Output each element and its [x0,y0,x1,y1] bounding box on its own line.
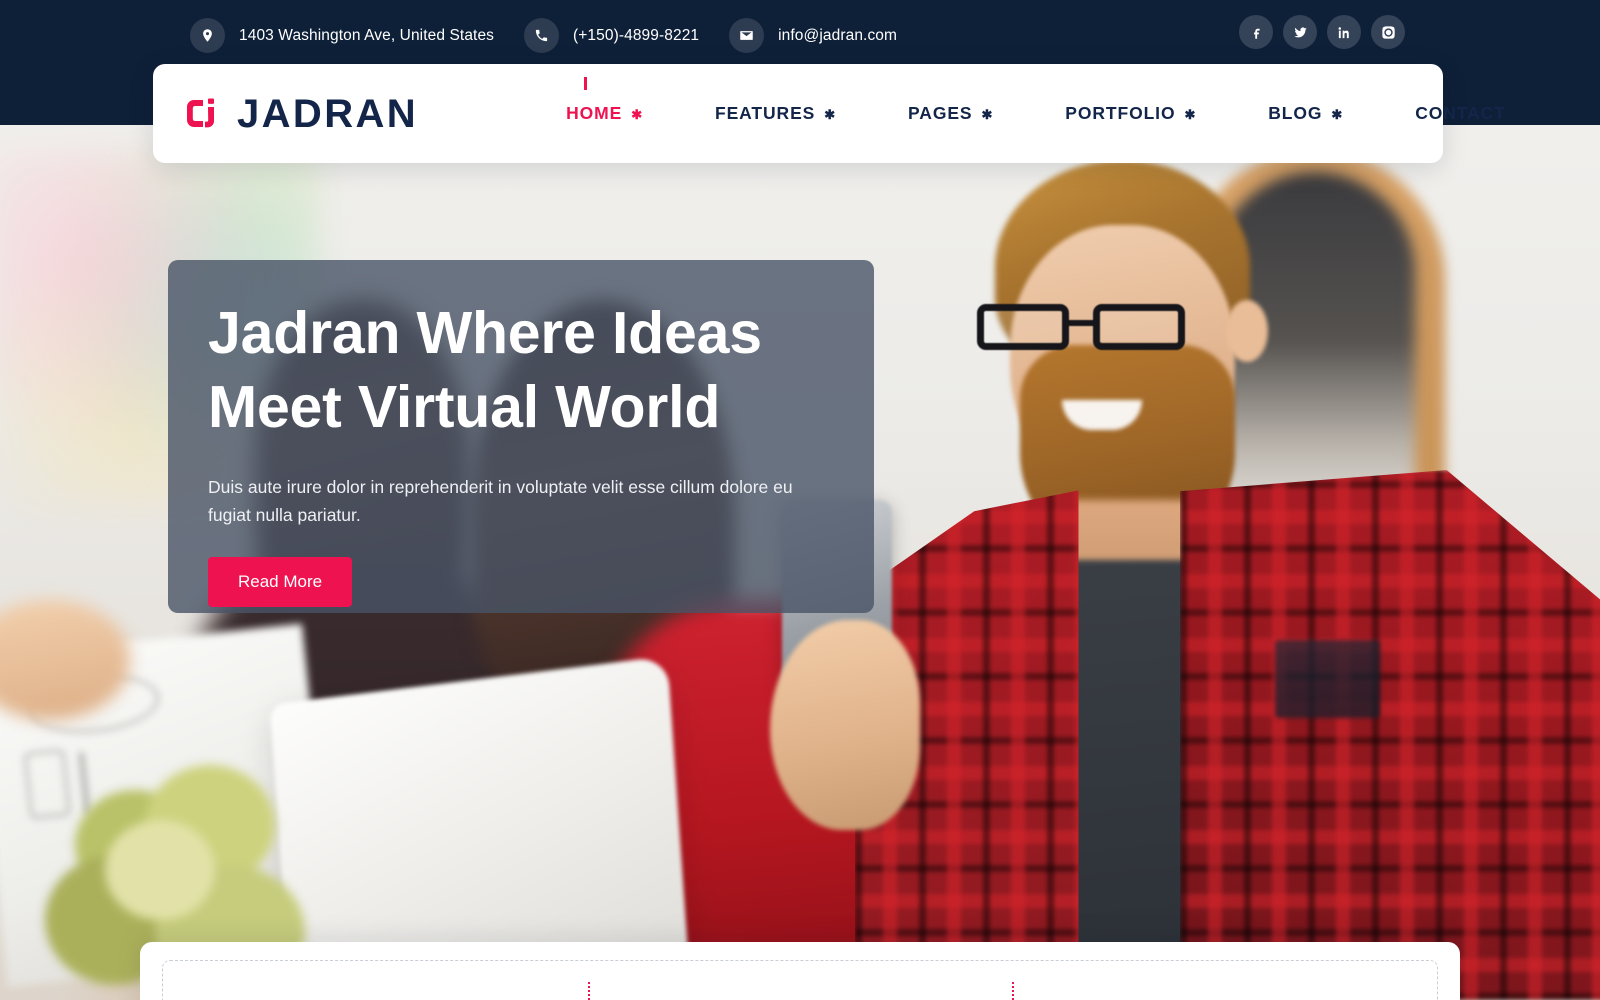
hero-subtitle: Duis aute irure dolor in reprehenderit i… [208,476,793,525]
location-pin-icon [190,18,225,53]
contact-address[interactable]: 1403 Washington Ave, United States [190,18,494,53]
foreground-man-ear [1226,300,1268,362]
contact-email[interactable]: info@jadran.com [729,18,897,53]
logo-wordmark: JADRAN [237,91,419,136]
instagram-icon[interactable] [1371,15,1405,49]
contact-phone-text: (+150)-4899-8221 [573,26,700,44]
site-logo[interactable]: JADRAN [185,94,418,134]
envelope-icon [729,18,765,53]
contact-info-group: 1403 Washington Ave, United States (+150… [190,18,897,53]
nav-item-features[interactable]: FEATURES ✱ [715,93,836,134]
chevron-down-icon: ✱ [1184,107,1197,122]
twitter-icon[interactable] [1283,15,1317,49]
nav-item-blog[interactable]: BLOG ✱ [1268,93,1343,134]
linkedin-icon[interactable] [1327,15,1361,49]
nav-label: CONTACT [1415,103,1506,123]
contact-phone[interactable]: (+150)-4899-8221 [524,18,699,53]
foreground-man-hand [770,620,920,830]
eyeglasses-icon [975,300,1195,358]
foreground-man-shirt-pocket [1275,640,1380,718]
feature-item-digital-marketing[interactable]: Digital Marketing Master [163,982,588,1000]
contact-address-text: 1403 Washington Ave, United States [239,26,495,44]
nav-item-home[interactable]: HOME ✱ [566,77,643,134]
read-more-button[interactable]: Read More [208,557,353,608]
nav-item-portfolio[interactable]: PORTFOLIO ✱ [1065,93,1196,134]
jadran-mark-icon [185,94,225,134]
hero-content-box: Jadran Where Ideas Meet Virtual World Du… [168,260,874,613]
social-links-group [1239,15,1405,49]
main-navigation: HOME ✱ FEATURES ✱ PAGES ✱ PORTFOLIO ✱ BL… [566,77,1506,134]
phone-icon [524,18,560,53]
chevron-down-icon: ✱ [981,107,994,122]
chevron-down-icon: ✱ [824,107,837,122]
facebook-icon[interactable] [1239,15,1273,49]
nav-label: PAGES [908,103,973,123]
contact-email-text: info@jadran.com [778,26,898,44]
page-title: Jadran Where Ideas Meet Virtual World [208,296,834,445]
nav-label: BLOG [1268,103,1323,123]
nav-label: HOME [566,103,623,123]
foreground-man-plaid-shirt-right [1180,470,1600,1000]
nav-label: PORTFOLIO [1065,103,1176,123]
hero-title-line-2: Meet Virtual World [208,374,721,441]
feature-highlights-card: Digital Marketing Master Virtual Tech So… [140,942,1460,1000]
feature-item-virtual-tech[interactable]: Virtual Tech Solutions [587,982,1013,1000]
nav-label: FEATURES [715,103,816,123]
chevron-down-icon: ✱ [1331,107,1344,122]
site-header: JADRAN HOME ✱ FEATURES ✱ PAGES ✱ PORTFOL… [153,64,1505,163]
feature-highlights-inner: Digital Marketing Master Virtual Tech So… [162,960,1438,1000]
feature-item-ecommerce[interactable]: E-Commerce Excellence [1012,982,1437,1000]
nav-item-contact[interactable]: CONTACT [1415,93,1506,134]
hero-title-line-1: Jadran Where Ideas [208,300,762,366]
chevron-down-icon: ✱ [631,107,643,122]
nav-item-pages[interactable]: PAGES ✱ [908,93,993,134]
active-nav-tick [584,77,587,90]
